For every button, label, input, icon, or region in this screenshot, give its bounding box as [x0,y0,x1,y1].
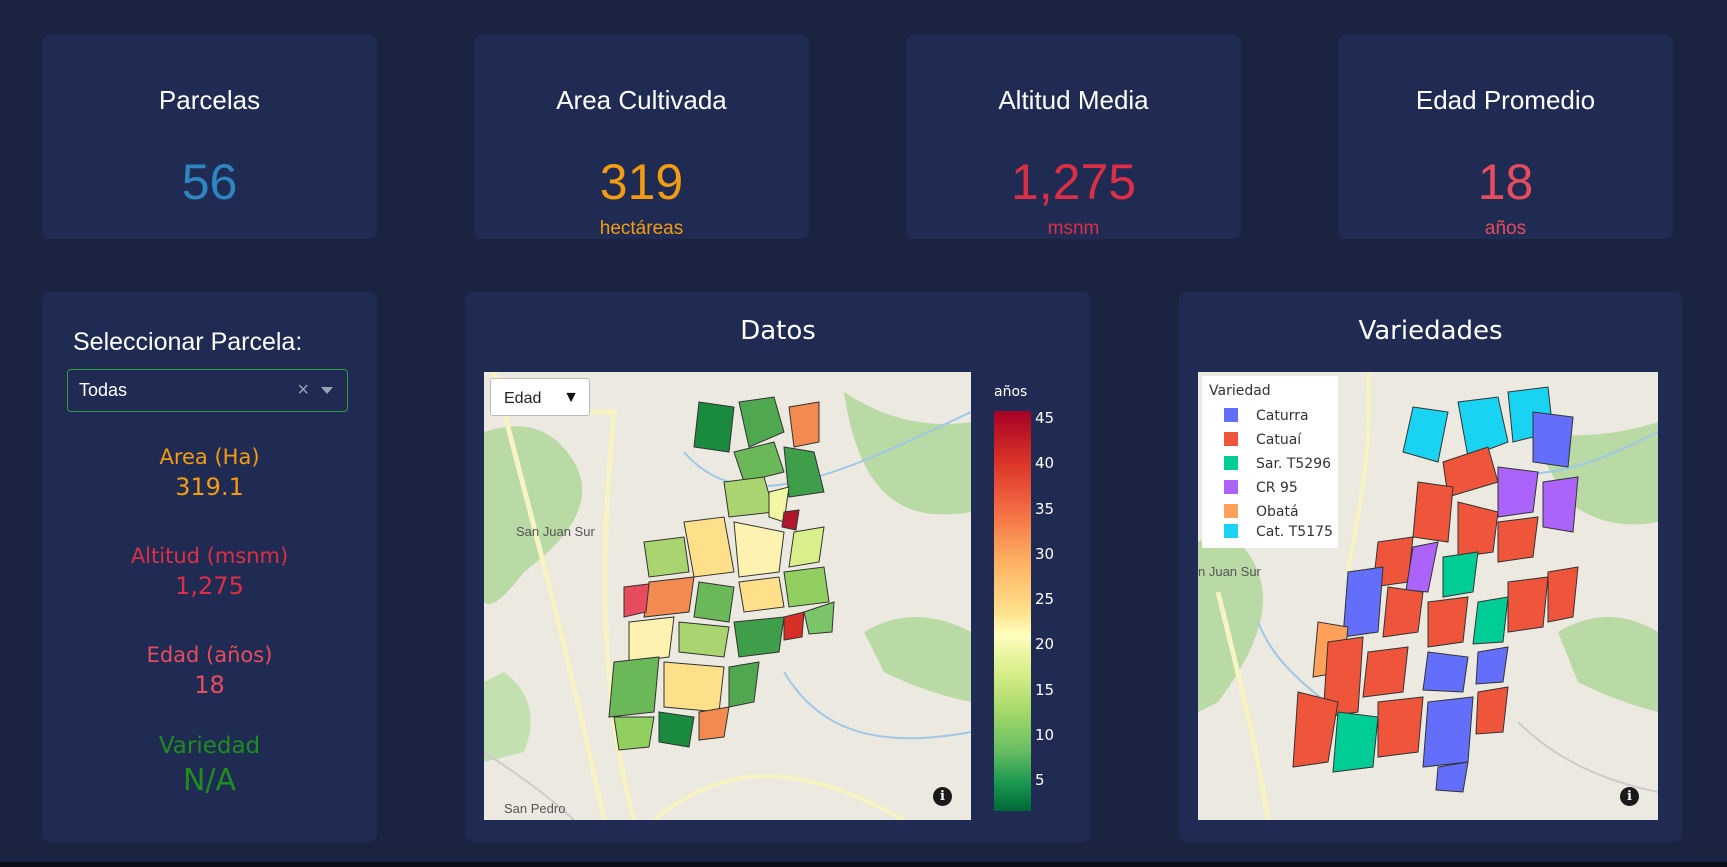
stat-edad: Edad (años) 18 [42,643,377,699]
stat-variedad: Variedad N/A [42,733,377,798]
info-icon[interactable]: i [933,787,952,806]
datos-panel: Datos Edad ▼ San Juan Sur San Pedro i añ… [465,292,1091,842]
legend-swatch [1224,504,1238,518]
legend-swatch [1224,480,1238,494]
legend-label: Sar. T5296 [1256,456,1332,472]
bottom-edge [0,862,1727,867]
legend-label: CR 95 [1256,480,1298,496]
legend-item[interactable]: CR 95 [1224,480,1298,498]
legend-swatch [1224,524,1238,538]
kpi-title: Altitud Media [998,85,1149,115]
legend-item[interactable]: Catuaí [1224,432,1301,450]
kpi-card-parcelas: Parcelas 56 [42,35,377,239]
kpi-title: Edad Promedio [1415,85,1596,115]
colorbar-tick: 5 [1035,771,1045,789]
kpi-value: 56 [181,154,238,210]
map-place-label: San Juan Sur [516,524,595,539]
colorbar-tick: 25 [1035,590,1055,608]
kpi-unit: años [1484,218,1527,239]
datos-map[interactable]: Edad ▼ San Juan Sur San Pedro i [484,372,971,820]
parcel-dropdown-value: Todas [79,380,128,400]
legend-swatch [1224,456,1238,470]
metric-selector[interactable]: Edad ▼ [490,378,590,416]
colorbar-tick: 20 [1035,635,1055,653]
chevron-down-icon[interactable] [321,387,333,394]
kpi-value: 319 [599,154,684,210]
panel-title: Datos [740,316,816,346]
legend-item[interactable]: Obatá [1224,504,1299,522]
stat-label: Variedad [158,733,261,759]
parcel-selector-label: Seleccionar Parcela: [73,328,303,356]
panel-title: Variedades [1358,316,1503,346]
colorbar-tick: 10 [1035,726,1055,744]
kpi-unit: hectáreas [599,218,684,239]
colorbar-tick: 35 [1035,500,1055,518]
stat-area: Area (Ha) 319.1 [42,445,377,501]
stat-value: N/A [182,763,237,798]
legend-label: Caturra [1256,408,1309,424]
legend-swatch [1224,432,1238,446]
colorbar-title: años [994,384,1028,400]
colorbar-tick: 30 [1035,545,1055,563]
legend-swatch [1224,408,1238,422]
colorbar-tick: 15 [1035,681,1055,699]
legend-label: Cat. T5175 [1256,524,1333,540]
variety-legend: Variedad Caturra Catuaí Sar. T5296 CR 95… [1202,376,1338,524]
legend-item[interactable]: Caturra [1224,408,1309,426]
parcel-selector-panel: Seleccionar Parcela: Todas × Area (Ha) 3… [42,292,377,842]
stat-label: Altitud (msnm) [130,544,289,568]
kpi-title: Area Cultivada [556,85,727,115]
kpi-card-altitud: Altitud Media 1,275 msnm [906,35,1241,239]
legend-title: Variedad [1209,383,1271,399]
variedades-panel: Variedades Variedad Caturra Catuaí Sar. … [1179,292,1682,842]
kpi-card-area: Area Cultivada 319 hectáreas [474,35,809,239]
clear-icon[interactable]: × [297,379,309,402]
map-place-label: San Pedro [504,801,566,816]
legend-item[interactable]: Cat. T5175 [1202,524,1338,548]
kpi-title: Parcelas [158,85,261,115]
parcel-polygons[interactable] [484,372,971,820]
legend-label: Catuaí [1256,432,1302,448]
stat-altitud: Altitud (msnm) 1,275 [42,544,377,600]
colorbar-tick: 40 [1035,454,1055,472]
variedades-map[interactable]: Variedad Caturra Catuaí Sar. T5296 CR 95… [1198,372,1658,820]
info-icon[interactable]: i [1620,787,1639,806]
kpi-card-edad: Edad Promedio 18 años [1338,35,1673,239]
legend-item[interactable]: Sar. T5296 [1224,456,1331,474]
stat-label: Area (Ha) [159,445,260,469]
legend-label: Obatá [1256,504,1299,520]
stat-value: 319.1 [175,473,244,501]
colorbar-tick: 45 [1035,409,1055,427]
colorbar [994,411,1031,811]
parcel-dropdown[interactable]: Todas × [67,369,348,412]
stat-label: Edad (años) [146,643,273,667]
kpi-unit: msnm [1047,218,1100,239]
kpi-value: 18 [1477,154,1534,210]
metric-selector-value: Edad [504,390,542,407]
stat-value: 18 [194,671,225,699]
caret-down-icon: ▼ [563,389,579,406]
map-place-label: n Juan Sur [1198,564,1261,579]
kpi-value: 1,275 [1010,154,1137,210]
stat-value: 1,275 [175,572,244,600]
